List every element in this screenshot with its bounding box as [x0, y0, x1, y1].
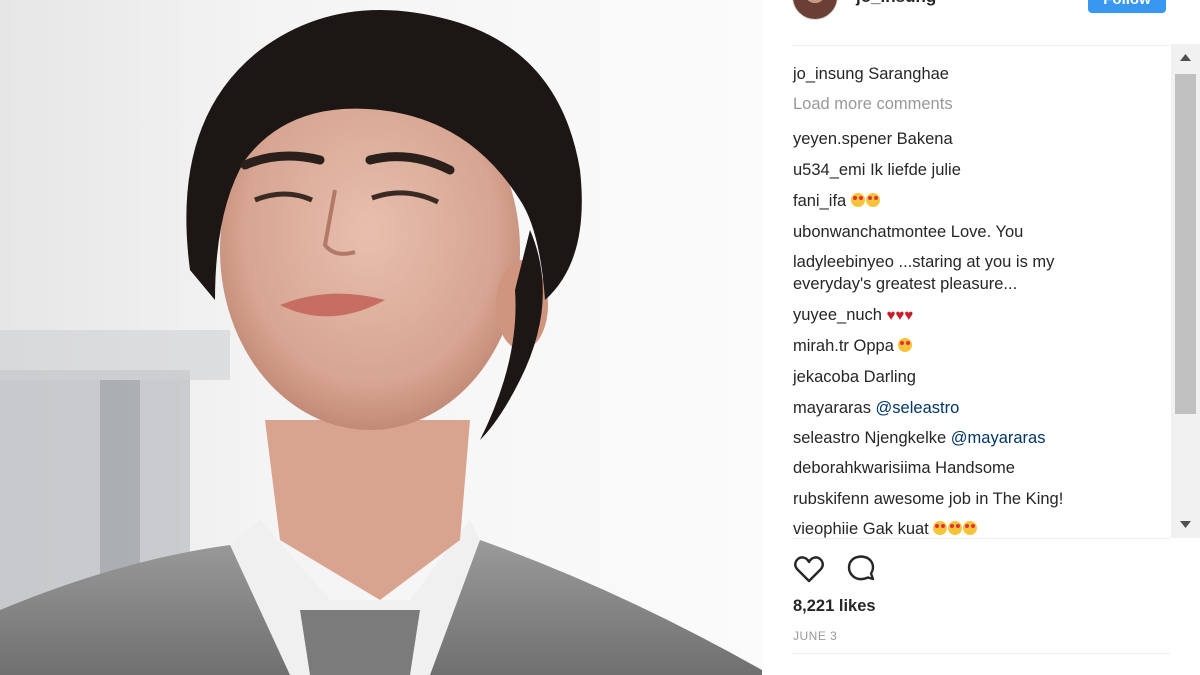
list-item: u534_emi Ik liefde julie	[793, 159, 1153, 181]
divider	[792, 538, 1170, 539]
comment-text: Gak kuat	[862, 520, 929, 538]
divider	[792, 45, 1170, 46]
follow-button[interactable]: Follow	[1088, 0, 1166, 13]
list-item: mayararas @seleastro	[793, 397, 1153, 419]
post-header: jo_insung Follow	[762, 0, 1200, 22]
list-item: vieophiie Gak kuat	[793, 518, 1153, 538]
comment-text: Oppa	[853, 337, 894, 355]
heart-eyes-emoji-icon	[933, 521, 948, 535]
mention-link[interactable]: @seleastro	[876, 399, 960, 417]
avatar[interactable]	[792, 0, 838, 20]
list-item: jekacoba Darling	[793, 366, 1153, 388]
post-panel: jo_insung Follow jo_insung Saranghae Loa…	[762, 0, 1200, 675]
like-button[interactable]	[792, 552, 826, 586]
author-username[interactable]: jo_insung	[856, 0, 936, 7]
comment-username[interactable]: deborahkwarisiima	[793, 459, 931, 477]
likes-count[interactable]: 8,221 likes	[793, 597, 876, 616]
list-item: mirah.tr Oppa	[793, 335, 1153, 357]
heart-eyes-emoji-icon	[948, 521, 963, 535]
list-item: ubonwanchatmontee Love. You	[793, 221, 1153, 243]
comment-username[interactable]: vieophiie	[793, 520, 858, 538]
scroll-up-button[interactable]	[1171, 44, 1200, 72]
list-item: yeyen.spener Bakena	[793, 128, 1153, 150]
comment-username[interactable]: ladyleebinyeo	[793, 253, 894, 271]
comment-text: awesome job in The King!	[873, 490, 1064, 508]
comments-list: jo_insung Saranghae Load more comments y…	[762, 54, 1172, 538]
comment-text: Darling	[863, 368, 916, 386]
comment-button[interactable]	[844, 552, 878, 586]
comment-username[interactable]: fani_ifa	[793, 192, 846, 210]
comment-text: Love. You	[950, 223, 1024, 241]
comment-text: Ik liefde julie	[870, 161, 961, 179]
list-item: deborahkwarisiima Handsome	[793, 457, 1153, 479]
post-date: JUNE 3	[793, 629, 838, 643]
comment-username[interactable]: mirah.tr	[793, 337, 849, 355]
comment-username[interactable]: u534_emi	[793, 161, 865, 179]
comment-username[interactable]: rubskifenn	[793, 490, 869, 508]
scroll-down-button[interactable]	[1171, 510, 1200, 538]
list-item: seleastro Njengkelke @mayararas	[793, 427, 1153, 449]
speech-bubble-icon	[847, 555, 875, 581]
comment-text: Saranghae	[868, 65, 949, 83]
comment-username[interactable]: jo_insung	[793, 65, 864, 83]
comment-text: ...staring at you is my	[898, 253, 1055, 271]
mention-link[interactable]: @mayararas	[951, 429, 1046, 447]
red-heart-emoji-icon: ♥♥♥	[886, 307, 914, 324]
list-item: ladyleebinyeo ...staring at you is my ev…	[793, 251, 1153, 295]
comment-username[interactable]: ubonwanchatmontee	[793, 223, 946, 241]
triangle-up-icon	[1180, 54, 1191, 61]
comment-username[interactable]: mayararas	[793, 399, 871, 417]
heart-eyes-emoji-icon	[898, 338, 913, 352]
caption: jo_insung Saranghae	[793, 63, 1153, 85]
comment-text-continued: everyday's greatest pleasure...	[793, 275, 1018, 293]
portrait-image	[0, 0, 762, 675]
heart-eyes-emoji-icon	[963, 521, 978, 535]
scrollbar-thumb[interactable]	[1175, 74, 1196, 414]
list-item: yuyee_nuch ♥♥♥	[793, 304, 1153, 327]
comment-username[interactable]: yuyee_nuch	[793, 306, 882, 324]
comment-text: Njengkelke	[864, 429, 947, 447]
divider	[792, 653, 1170, 654]
comment-text: Handsome	[935, 459, 1015, 477]
heart-eyes-emoji-icon	[865, 193, 880, 207]
comment-text: Bakena	[896, 130, 953, 148]
list-item: rubskifenn awesome job in The King!	[793, 488, 1153, 510]
comment-username[interactable]: seleastro	[793, 429, 860, 447]
comments-scrollbar[interactable]	[1171, 44, 1200, 538]
heart-eyes-emoji-icon	[850, 193, 865, 207]
load-more-comments-link[interactable]: Load more comments	[793, 95, 953, 114]
triangle-down-icon	[1180, 521, 1191, 528]
comment-username[interactable]: yeyen.spener	[793, 130, 892, 148]
list-item: fani_ifa	[793, 190, 1153, 212]
comment-username[interactable]: jekacoba	[793, 368, 859, 386]
heart-outline-icon	[794, 556, 824, 583]
post-photo[interactable]	[0, 0, 762, 675]
